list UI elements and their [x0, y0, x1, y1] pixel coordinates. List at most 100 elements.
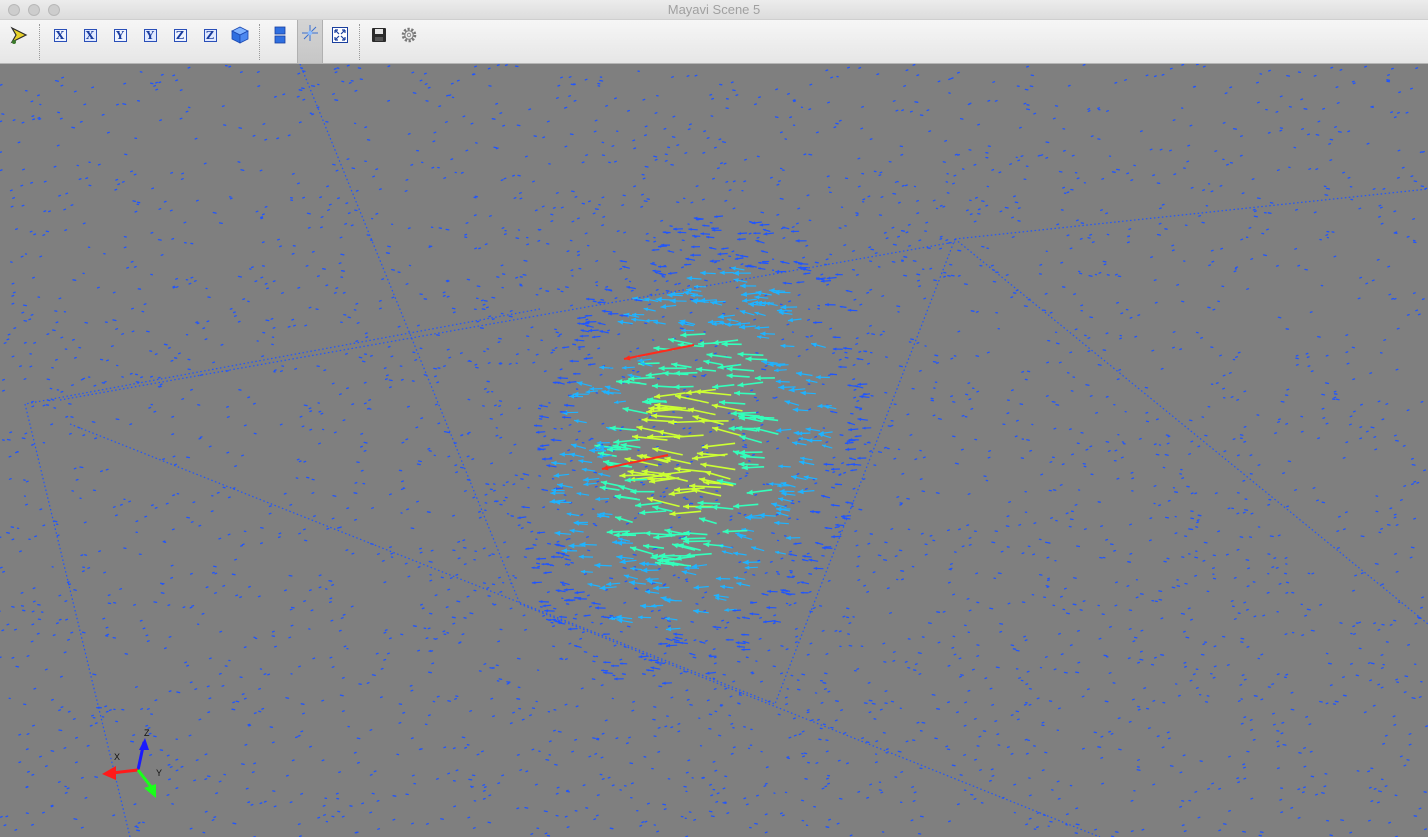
- field-arrow-head: [815, 375, 821, 380]
- x-axis-label: X: [114, 752, 120, 762]
- field-arrow-head: [621, 365, 627, 370]
- field-arrow-head: [711, 403, 719, 409]
- perspective-streaks: [24, 64, 1428, 837]
- field-arrow-head: [561, 548, 567, 554]
- field-arrow-head: [669, 298, 676, 304]
- field-arrow-head: [736, 581, 742, 587]
- field-arrow-head: [568, 543, 575, 549]
- field-arrow-head: [734, 390, 741, 396]
- field-arrow-head: [823, 462, 828, 466]
- field-arrow-head: [550, 438, 555, 442]
- field-arrow-head: [691, 245, 695, 249]
- field-arrow-head: [639, 561, 646, 567]
- field-arrow-head: [574, 645, 578, 648]
- field-arrow-head: [574, 419, 579, 424]
- view-z-plus-button[interactable]: Z: [167, 22, 193, 48]
- field-arrow-head: [573, 596, 577, 599]
- z-axis-arrow: [139, 738, 149, 750]
- field-arrow-head: [651, 248, 655, 252]
- field-arrow-head: [797, 266, 802, 270]
- field-arrow-head: [665, 626, 672, 632]
- field-arrow-head: [658, 642, 662, 646]
- field-arrow-head: [739, 435, 746, 441]
- field-arrow-head: [652, 447, 659, 453]
- configure-button[interactable]: [396, 22, 422, 48]
- field-arrow-head: [603, 661, 606, 664]
- field-arrow-head: [644, 318, 650, 323]
- field-arrow-head: [690, 253, 694, 257]
- field-arrow-head: [736, 645, 740, 648]
- field-arrow-head: [673, 227, 677, 231]
- field-arrow-head: [859, 395, 864, 399]
- save-button[interactable]: [366, 22, 392, 48]
- y-axis-arrow: [144, 784, 156, 798]
- field-arrow-head: [733, 278, 739, 283]
- field-arrow-head: [813, 566, 818, 570]
- toolbar-separator: [259, 24, 261, 60]
- field-arrow-head: [846, 439, 850, 443]
- field-arrow-head: [857, 382, 861, 386]
- field-arrow-head: [614, 677, 618, 681]
- field-arrow-head: [699, 517, 706, 523]
- toolbar-separator: [39, 24, 41, 60]
- field-arrow-head: [644, 530, 651, 537]
- 3d-scene-viewport[interactable]: X Y Z: [0, 64, 1428, 837]
- field-arrow-head: [657, 429, 664, 436]
- field-arrow-head: [831, 467, 835, 471]
- y-axis-view-icon: Y: [113, 28, 127, 42]
- view-z-minus-button[interactable]: Z: [197, 22, 223, 48]
- field-arrow-head: [557, 483, 563, 488]
- field-arrow-head: [774, 520, 780, 526]
- field-arrow-head: [847, 422, 851, 425]
- title-bar[interactable]: Mayavi Scene 5: [0, 0, 1428, 20]
- field-arrow-head: [580, 569, 586, 574]
- field-arrow-head: [751, 546, 757, 551]
- field-arrow-head: [673, 370, 680, 376]
- field-arrow-head: [638, 615, 643, 620]
- field-arrow-head: [541, 457, 546, 461]
- pipeline-button[interactable]: [6, 22, 32, 48]
- isometric-view-button[interactable]: [227, 22, 253, 48]
- field-arrow-head: [587, 582, 593, 587]
- field-arrow-head: [521, 505, 525, 509]
- field-arrow-head: [554, 499, 561, 505]
- view-y-plus-button[interactable]: Y: [107, 22, 133, 48]
- field-arrow-head: [619, 314, 623, 317]
- field-arrow-head: [692, 234, 695, 238]
- field-arrow-head: [810, 510, 814, 514]
- field-arrow-head: [792, 407, 799, 413]
- streak-line: [774, 238, 956, 705]
- field-arrow-head: [599, 365, 605, 370]
- field-arrow-head: [636, 453, 644, 460]
- view-x-minus-button[interactable]: X: [77, 22, 103, 48]
- field-arrow-head: [737, 351, 744, 357]
- field-arrow-head: [602, 633, 606, 636]
- streak-line: [299, 64, 521, 605]
- field-arrow-head: [732, 450, 740, 456]
- parallel-projection-button[interactable]: [267, 22, 293, 48]
- toggle-axes-button[interactable]: [297, 20, 323, 63]
- view-x-plus-button[interactable]: X: [47, 22, 73, 48]
- field-arrow-head: [683, 503, 689, 510]
- full-screen-button[interactable]: [327, 22, 353, 48]
- field-arrow-head: [559, 410, 563, 413]
- axes-icon: [302, 25, 318, 41]
- field-arrow-head: [730, 410, 737, 417]
- field-arrow-head: [595, 496, 601, 502]
- field-arrow-head: [817, 403, 823, 409]
- field-arrow-head: [719, 399, 726, 406]
- field-arrow-head: [671, 362, 678, 368]
- field-arrow-head: [672, 638, 676, 641]
- field-arrow-head: [531, 581, 536, 585]
- field-arrow-head: [793, 430, 799, 436]
- field-arrow-head: [754, 311, 759, 316]
- fullscreen-icon: [332, 27, 348, 43]
- background-glyphs: [0, 64, 1428, 837]
- field-arrow: [601, 454, 669, 470]
- field-arrow-head: [578, 459, 584, 464]
- field-arrow-head: [778, 497, 784, 502]
- field-arrow-head: [728, 425, 735, 432]
- field-arrow-head: [689, 483, 696, 489]
- field-arrow-head: [797, 488, 804, 495]
- view-y-minus-button[interactable]: Y: [137, 22, 163, 48]
